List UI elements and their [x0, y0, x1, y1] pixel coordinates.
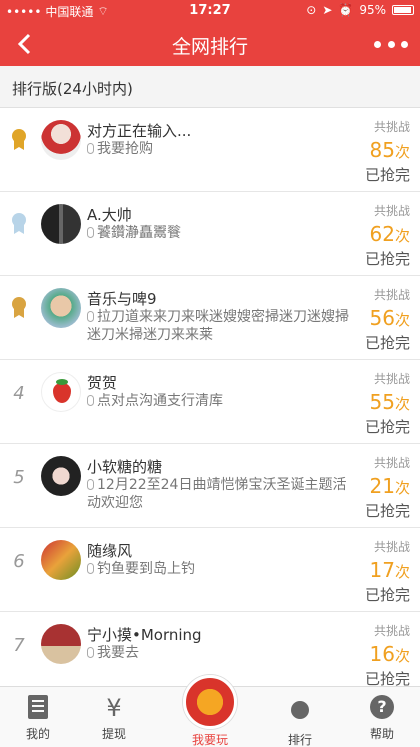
location-icon: ➤: [322, 3, 333, 17]
microphone-icon: [87, 563, 94, 574]
alarm-icon: ⏰: [338, 3, 354, 17]
microphone-icon: [87, 647, 94, 658]
voice-message[interactable]: 我要抢购: [87, 140, 357, 158]
status-text: 已抢完: [364, 502, 410, 520]
list-item[interactable]: 对方正在输入... 我要抢购 共挑战 85次 已抢完: [0, 108, 420, 192]
challenge-count: 21次: [369, 474, 410, 498]
avatar[interactable]: [41, 624, 81, 664]
battery-icon: [392, 5, 414, 15]
challenge-stats: 共挑战 16次 已抢完: [350, 622, 410, 686]
rank-number: 4: [13, 382, 25, 404]
challenge-stats: 共挑战 55次 已抢完: [350, 370, 410, 437]
challenge-count: 62次: [369, 222, 410, 246]
help-icon: ?: [370, 695, 394, 719]
list-item[interactable]: A.大帅 饕鑽瀞矗鬻餮 共挑战 62次 已抢完: [0, 192, 420, 276]
tab-mine[interactable]: 我的: [8, 695, 68, 742]
red-packet-icon: [183, 675, 237, 729]
section-title: 排行版(24小时内): [0, 66, 420, 108]
more-button[interactable]: [374, 30, 408, 58]
more-dots-icon: [374, 40, 381, 48]
challenge-stats: 共挑战 62次 已抢完: [350, 202, 410, 269]
rank-number: 7: [13, 634, 25, 656]
ranking-list[interactable]: 对方正在输入... 我要抢购 共挑战 85次 已抢完 A.大帅 饕鑽瀞矗鬻餮 共…: [0, 108, 420, 686]
status-bar: ••••• 中国联通 ⌔ 17:27 ⊙ ➤ ⏰ 95%: [0, 0, 420, 22]
microphone-icon: [87, 395, 94, 406]
tab-bar: 我的 ¥ 提现 我要玩 排行 ? 帮助: [0, 675, 420, 747]
avatar[interactable]: [41, 204, 81, 244]
avatar[interactable]: [41, 120, 81, 160]
list-item[interactable]: 5 小软糖的糖 12月22至24日曲靖恺悌宝沃圣诞主题活动欢迎您 共挑战 21次…: [0, 444, 420, 528]
rank-badge: [8, 128, 30, 154]
user-name: 随缘风: [87, 542, 133, 560]
avatar[interactable]: [41, 456, 81, 496]
microphone-icon: [87, 311, 94, 322]
avatar[interactable]: [41, 288, 81, 328]
rotation-lock-icon: ⊙: [306, 3, 317, 17]
avatar[interactable]: [41, 372, 81, 412]
rank-number: 6: [13, 550, 25, 572]
status-text: 已抢完: [364, 586, 410, 604]
challenge-stats: 共挑战 56次 已抢完: [350, 286, 410, 353]
navigation-bar: 全网排行: [0, 22, 420, 66]
user-name: 对方正在输入...: [87, 122, 192, 140]
tab-ranking[interactable]: 排行: [270, 695, 330, 747]
silver-medal-icon: [10, 213, 28, 237]
user-name: 贺贺: [87, 374, 118, 392]
challenge-count: 17次: [369, 558, 410, 582]
avatar[interactable]: [41, 540, 81, 580]
microphone-icon: [87, 479, 94, 490]
challenge-count: 55次: [369, 390, 410, 414]
status-text: 已抢完: [364, 250, 410, 268]
gold-medal-icon: [10, 129, 28, 153]
voice-message[interactable]: 12月22至24日曲靖恺悌宝沃圣诞主题活动欢迎您: [87, 476, 357, 512]
user-name: A.大帅: [87, 206, 132, 224]
tab-play[interactable]: 我要玩: [180, 675, 240, 747]
rank-number: 5: [13, 466, 25, 488]
microphone-icon: [87, 143, 94, 154]
rank-badge: [8, 212, 30, 238]
battery-percent: 95%: [359, 3, 386, 17]
status-text: 已抢完: [364, 334, 410, 352]
status-text: 已抢完: [364, 166, 410, 184]
strawberry-icon: [53, 379, 71, 403]
voice-message[interactable]: 我要去: [87, 644, 357, 662]
voice-message[interactable]: 饕鑽瀞矗鬻餮: [87, 224, 357, 242]
list-item[interactable]: 4 贺贺 点对点沟通支行清库 共挑战 55次 已抢完: [0, 360, 420, 444]
tab-help[interactable]: ? 帮助: [352, 695, 412, 742]
voice-message[interactable]: 钓鱼要到岛上钓: [87, 560, 357, 578]
yen-icon: ¥: [106, 694, 122, 722]
challenge-count: 16次: [369, 642, 410, 666]
challenge-stats: 共挑战 21次 已抢完: [350, 454, 410, 521]
status-text: 已抢完: [364, 418, 410, 436]
medal-icon: [291, 701, 309, 719]
challenge-stats: 共挑战 85次 已抢完: [350, 118, 410, 185]
microphone-icon: [87, 227, 94, 238]
challenge-stats: 共挑战 17次 已抢完: [350, 538, 410, 605]
document-icon: [28, 695, 48, 719]
page-title: 全网排行: [171, 36, 248, 58]
voice-message[interactable]: 点对点沟通支行清库: [87, 392, 357, 410]
list-item[interactable]: 6 随缘风 钓鱼要到岛上钓 共挑战 17次 已抢完: [0, 528, 420, 612]
user-name: 宁小摸•Morning: [87, 626, 202, 644]
challenge-count: 56次: [369, 306, 410, 330]
bronze-medal-icon: [10, 297, 28, 321]
rank-badge: [8, 296, 30, 322]
challenge-count: 85次: [369, 138, 410, 162]
list-item[interactable]: 音乐与啤9 拉刀道来来刀来咪迷嫂嫂密掃迷刀迷嫂掃迷刀米掃迷刀来来莱 共挑战 56…: [0, 276, 420, 360]
tab-withdraw[interactable]: ¥ 提现: [84, 695, 144, 742]
voice-message[interactable]: 拉刀道来来刀来咪迷嫂嫂密掃迷刀迷嫂掃迷刀米掃迷刀来来莱: [87, 308, 357, 344]
user-name: 小软糖的糖: [87, 458, 163, 476]
user-name: 音乐与啤9: [87, 290, 157, 308]
status-text: 已抢完: [364, 670, 410, 686]
